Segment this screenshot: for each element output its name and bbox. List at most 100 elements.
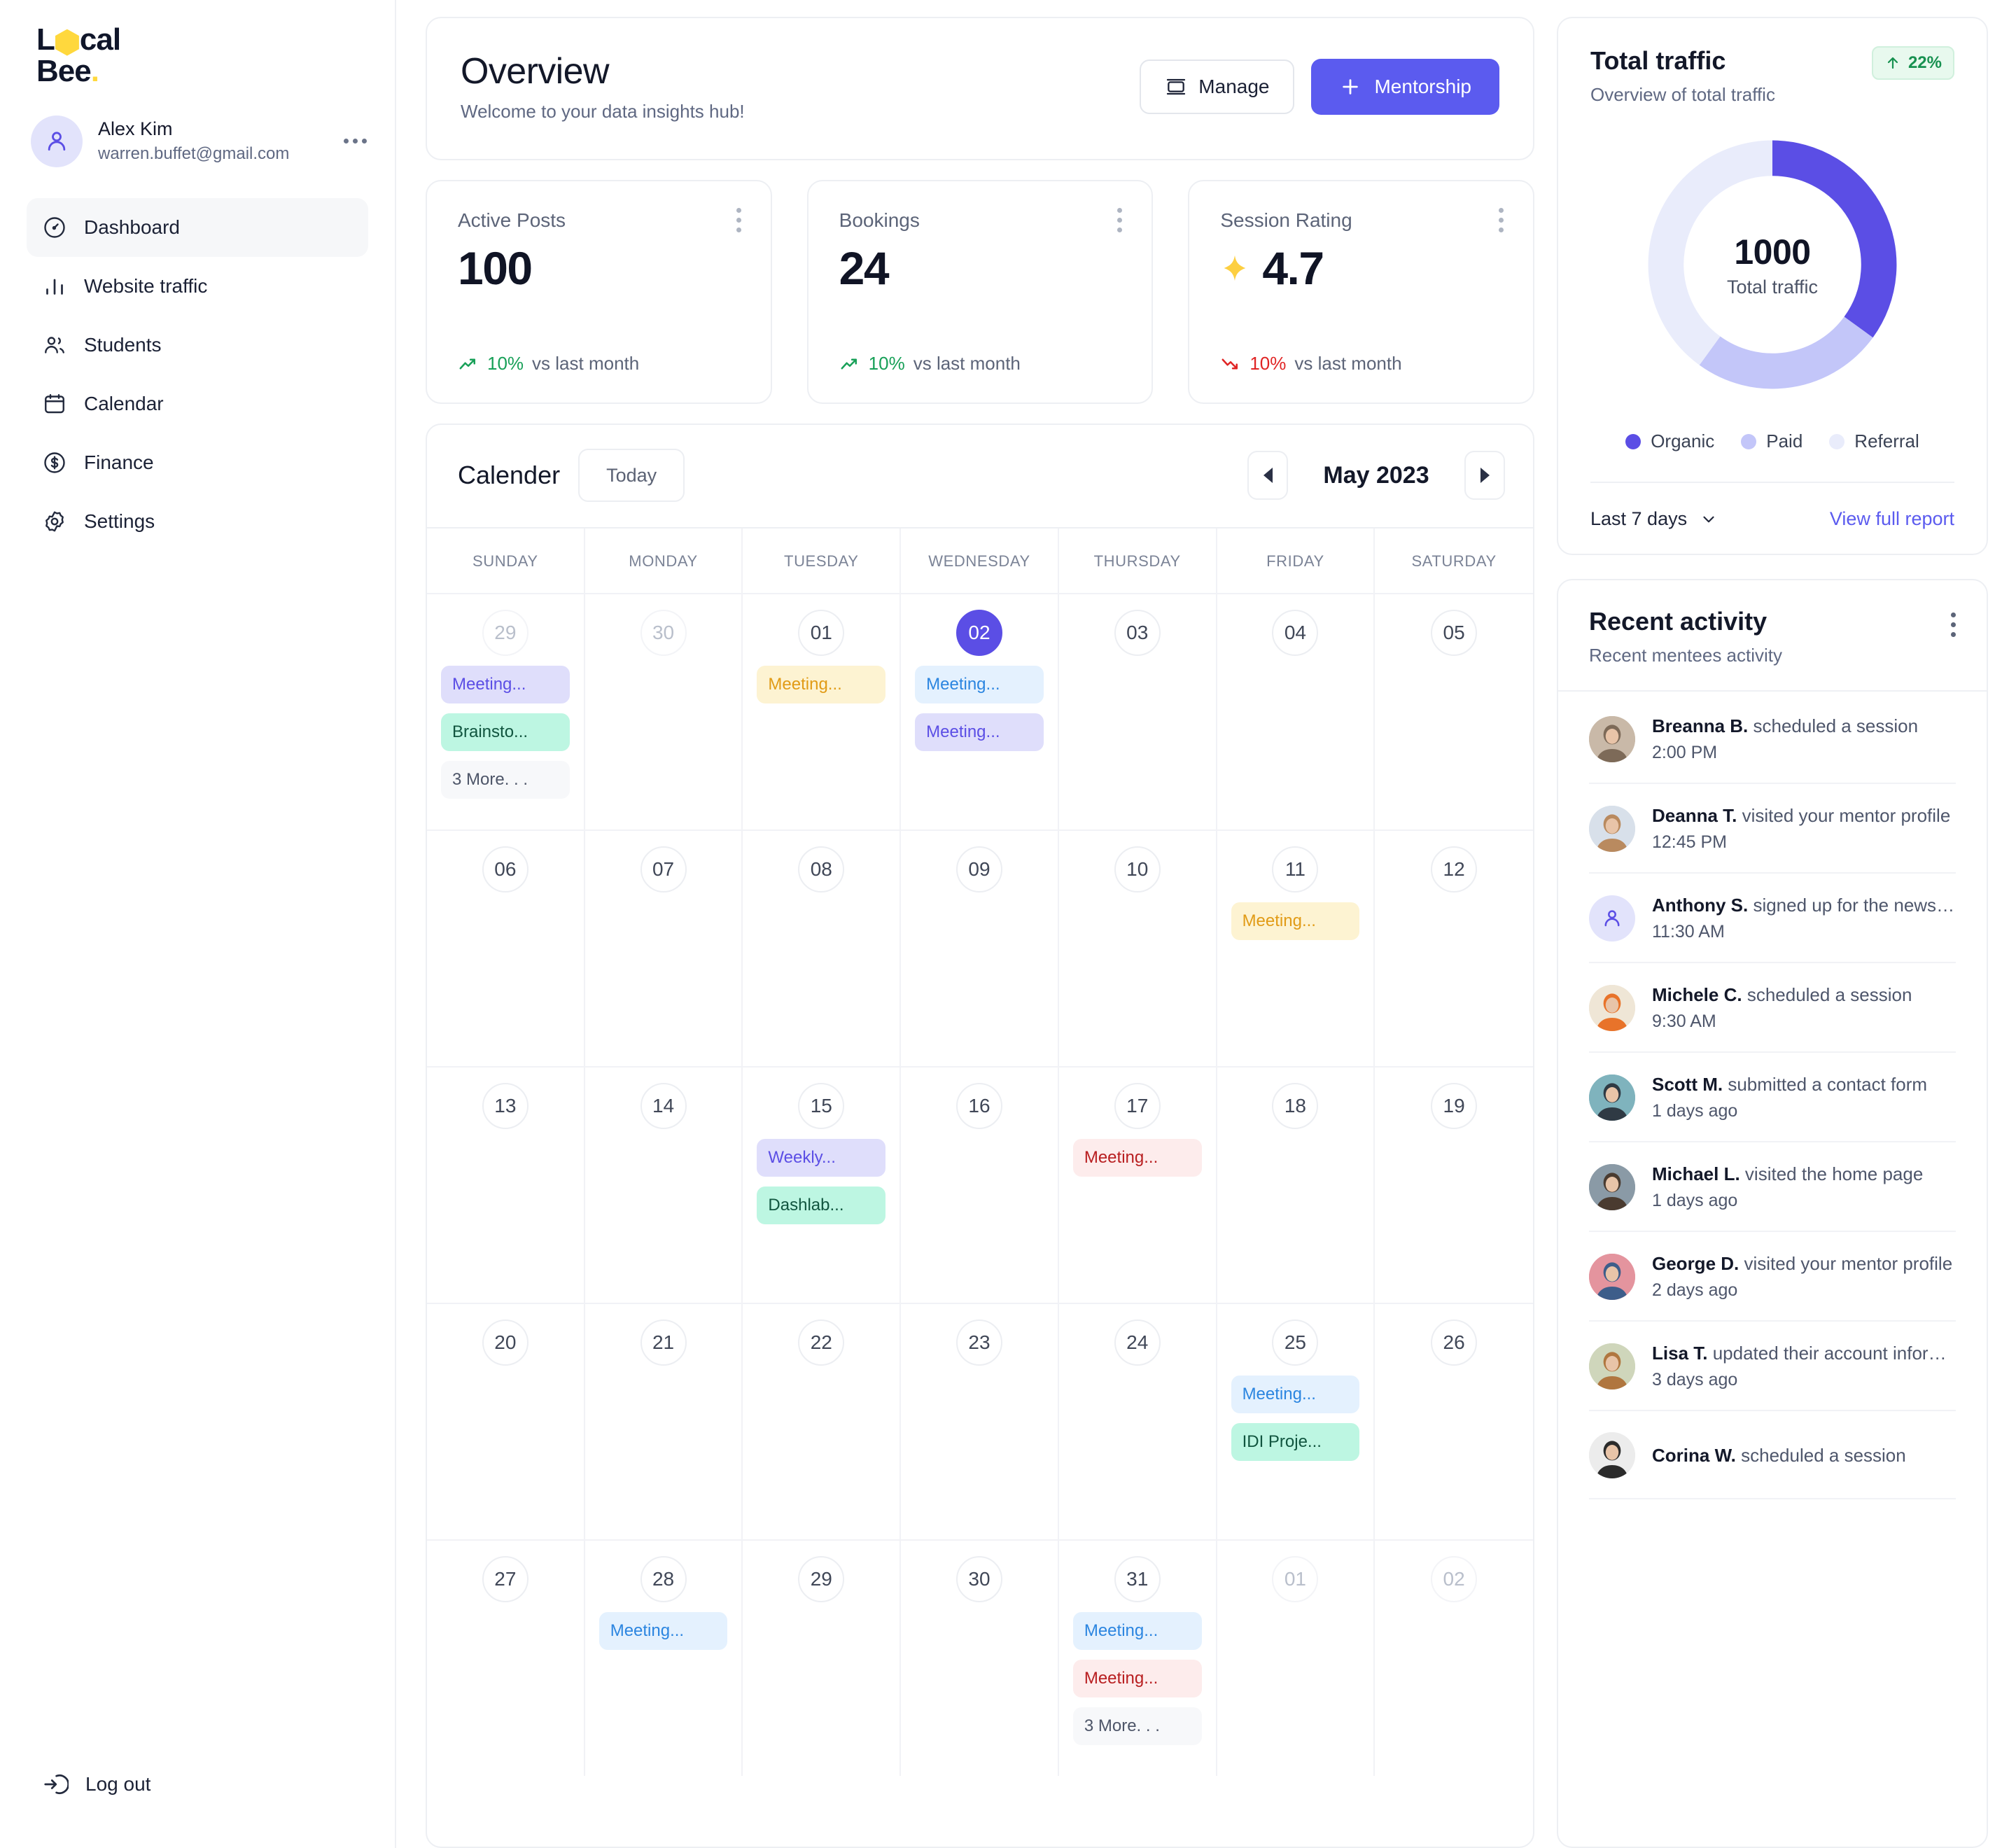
- calendar-event-chip[interactable]: Meeting...: [1231, 1376, 1360, 1413]
- activity-row[interactable]: Anthony S. signed up for the newsle... 11…: [1589, 874, 1956, 963]
- calendar-event-chip[interactable]: Meeting...: [915, 666, 1044, 704]
- calendar-event-chip[interactable]: Meeting...: [915, 713, 1044, 751]
- sidebar-nav: Dashboard Website traffic Students Calen…: [0, 197, 395, 551]
- calendar-event-chip[interactable]: Meeting...: [757, 666, 886, 704]
- stat-more-button[interactable]: [1117, 208, 1123, 232]
- sidebar-item-dashboard[interactable]: Dashboard: [27, 197, 368, 257]
- activity-row[interactable]: Deanna T. visited your mentor profile 12:…: [1589, 784, 1956, 874]
- stat-label: Active Posts: [458, 209, 566, 231]
- view-full-report-link[interactable]: View full report: [1830, 508, 1954, 530]
- calendar-day-number: 04: [1272, 610, 1319, 656]
- calendar-day-cell[interactable]: 15 Weekly... Dashlab...: [743, 1068, 902, 1303]
- legend-label: Organic: [1651, 430, 1715, 451]
- calendar-day-cell[interactable]: 08: [743, 831, 902, 1066]
- calendar-day-cell[interactable]: 30: [585, 594, 743, 830]
- activity-row[interactable]: Michele C. scheduled a session 9:30 AM: [1589, 963, 1956, 1053]
- calendar-day-cell[interactable]: 16: [901, 1068, 1059, 1303]
- calendar-day-cell[interactable]: 14: [585, 1068, 743, 1303]
- calendar-day-cell[interactable]: 02 Meeting... Meeting...: [901, 594, 1059, 830]
- sidebar-item-finance[interactable]: Finance: [27, 433, 368, 492]
- sidebar-item-calendar[interactable]: Calendar: [27, 374, 368, 433]
- profile-block[interactable]: Alex Kim warren.buffet@gmail.com: [0, 88, 395, 167]
- calendar-event-chip[interactable]: Weekly...: [757, 1139, 886, 1177]
- calendar-event-chip[interactable]: Meeting...: [598, 1612, 728, 1650]
- calendar-event-chip[interactable]: Brainsto...: [441, 713, 570, 751]
- calendar-day-cell[interactable]: 02: [1375, 1541, 1533, 1776]
- add-mentorship-button[interactable]: Mentorship: [1311, 58, 1499, 115]
- recent-activity-more-button[interactable]: [1951, 612, 1956, 637]
- calendar-more-events[interactable]: 3 More. . .: [1072, 1707, 1202, 1745]
- calendar-day-number: 01: [798, 610, 845, 656]
- calendar-day-cell[interactable]: 27: [427, 1541, 585, 1776]
- prev-month-button[interactable]: [1247, 451, 1288, 500]
- calendar-event-chip[interactable]: Meeting...: [1072, 1660, 1202, 1698]
- activity-row[interactable]: Michael L. visited the home page 1 days a…: [1589, 1142, 1956, 1232]
- calendar-day-number: 09: [955, 846, 1002, 892]
- calendar-day-cell[interactable]: 31 Meeting... Meeting... 3 More. . .: [1059, 1541, 1217, 1776]
- calendar-day-number: 16: [955, 1083, 1002, 1129]
- manage-label: Manage: [1198, 75, 1270, 97]
- calendar-day-number: 21: [640, 1320, 687, 1366]
- calendar-day-cell[interactable]: 09: [901, 831, 1059, 1066]
- calendar-day-cell[interactable]: 23: [901, 1304, 1059, 1539]
- calendar-day-cell[interactable]: 01 Meeting...: [743, 594, 902, 830]
- plus-icon: [1343, 78, 1359, 94]
- calendar-event-chip[interactable]: Meeting...: [441, 666, 570, 704]
- calendar-day-cell[interactable]: 01: [1217, 1541, 1376, 1776]
- calendar-day-cell[interactable]: 06: [427, 831, 585, 1066]
- calendar-day-cell[interactable]: 19: [1375, 1068, 1533, 1303]
- calendar-day-cell[interactable]: 12: [1375, 831, 1533, 1066]
- calendar-day-cell[interactable]: 26: [1375, 1304, 1533, 1539]
- traffic-subtitle: Overview of total traffic: [1590, 84, 1775, 105]
- calendar-day-cell[interactable]: 10: [1059, 831, 1217, 1066]
- calendar-title: Calender: [458, 461, 561, 489]
- calendar-day-cell[interactable]: 25 Meeting... IDI Proje...: [1217, 1304, 1376, 1539]
- activity-row[interactable]: George D. visited your mentor profile 2 d…: [1589, 1232, 1956, 1322]
- calendar-day-cell[interactable]: 28 Meeting...: [585, 1541, 743, 1776]
- next-month-button[interactable]: [1464, 451, 1505, 500]
- sidebar-item-label: Dashboard: [84, 216, 180, 238]
- stat-delta-pct: 10%: [1250, 353, 1287, 374]
- calendar-day-cell[interactable]: 03: [1059, 594, 1217, 830]
- calendar-event-chip[interactable]: Meeting...: [1072, 1139, 1202, 1177]
- date-range-select[interactable]: Last 7 days: [1590, 508, 1718, 530]
- manage-button[interactable]: Manage: [1140, 59, 1295, 114]
- sidebar-item-website-traffic[interactable]: Website traffic: [27, 257, 368, 316]
- mentorship-label: Mentorship: [1374, 75, 1471, 97]
- stat-more-button[interactable]: [1499, 208, 1504, 232]
- calendar-event-chip[interactable]: IDI Proje...: [1231, 1423, 1360, 1461]
- profile-more-button[interactable]: [337, 139, 367, 144]
- calendar-day-cell[interactable]: 18: [1217, 1068, 1376, 1303]
- logout-button[interactable]: Log out: [42, 1771, 150, 1798]
- calendar-event-chip[interactable]: Meeting...: [1231, 902, 1360, 940]
- stat-more-button[interactable]: [736, 208, 741, 232]
- calendar-more-events[interactable]: 3 More. . .: [441, 761, 570, 799]
- calendar-day-cell[interactable]: 24: [1059, 1304, 1217, 1539]
- calendar-day-cell[interactable]: 29 Meeting... Brainsto... 3 More. . .: [427, 594, 585, 830]
- calendar-day-cell[interactable]: 21: [585, 1304, 743, 1539]
- activity-row[interactable]: Corina W. scheduled a session: [1589, 1411, 1956, 1499]
- calendar-day-cell[interactable]: 11 Meeting...: [1217, 831, 1376, 1066]
- calendar-day-cell[interactable]: 22: [743, 1304, 902, 1539]
- activity-row[interactable]: Breanna B. scheduled a session 2:00 PM: [1589, 692, 1956, 784]
- calendar-day-cell[interactable]: 20: [427, 1304, 585, 1539]
- calendar-event-chip[interactable]: Dashlab...: [757, 1186, 886, 1224]
- calendar-day-cell[interactable]: 30: [901, 1541, 1059, 1776]
- activity-row[interactable]: Lisa T. updated their account inform... 3…: [1589, 1322, 1956, 1411]
- today-button[interactable]: Today: [578, 449, 685, 502]
- calendar-event-chip[interactable]: Meeting...: [1072, 1612, 1202, 1650]
- sidebar-item-students[interactable]: Students: [27, 316, 368, 374]
- calendar-day-number: 25: [1272, 1320, 1319, 1366]
- avatar: [31, 115, 83, 167]
- calendar-day-cell[interactable]: 13: [427, 1068, 585, 1303]
- activity-row[interactable]: Scott M. submitted a contact form 1 days …: [1589, 1053, 1956, 1142]
- weekday-header: SUNDAY MONDAY TUESDAY WEDNESDAY THURSDAY…: [427, 527, 1533, 593]
- calendar-day-cell[interactable]: 29: [743, 1541, 902, 1776]
- sidebar-item-settings[interactable]: Settings: [27, 492, 368, 551]
- calendar-day-cell[interactable]: 07: [585, 831, 743, 1066]
- calendar-day-cell[interactable]: 05: [1375, 594, 1533, 830]
- calendar-day-number: 07: [640, 846, 687, 892]
- calendar-day-cell[interactable]: 04: [1217, 594, 1376, 830]
- calendar-day-cell[interactable]: 17 Meeting...: [1059, 1068, 1217, 1303]
- stat-label: Bookings: [839, 209, 920, 231]
